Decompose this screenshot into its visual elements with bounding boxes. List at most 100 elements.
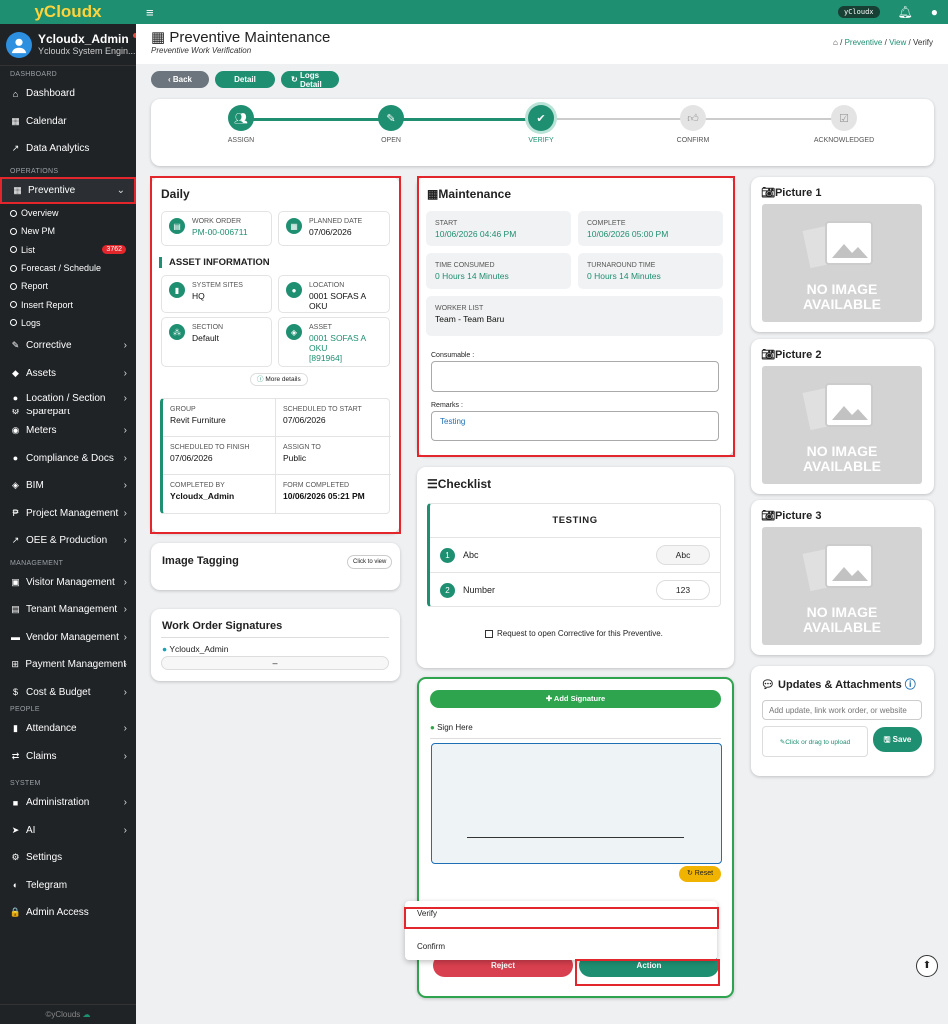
sidebar-item-meters[interactable]: ◉ Meters › — [0, 417, 136, 445]
sidebar-item-tenant[interactable]: ▤ Tenant Management › — [0, 596, 136, 624]
remarks-input[interactable]: Testing — [431, 411, 719, 441]
upload-dropzone[interactable]: ✎Click or drag to upload — [762, 726, 868, 757]
scroll-top-button[interactable]: ⬆ — [916, 955, 938, 977]
sidebar-item-telegram[interactable]: ◐ Telegram — [0, 872, 136, 900]
menu-item-confirm[interactable]: Confirm — [405, 929, 717, 959]
reset-button[interactable]: ↻ Reset — [679, 866, 721, 882]
topbar: ≡ yCloudx 🔔︎ ● — [136, 0, 948, 24]
checklist-value[interactable]: Abc — [656, 545, 710, 565]
add-signature-button[interactable]: ✚ Add Signature — [430, 690, 721, 708]
sidebar-item-dashboard[interactable]: ⌂ Dashboard — [0, 80, 136, 108]
sidebar-item-corrective[interactable]: ✎ Corrective › — [0, 332, 136, 360]
save-button[interactable]: 🖫 Save — [873, 727, 922, 752]
menu-icon[interactable]: ≡ — [146, 5, 154, 20]
cart-icon: ⊞ — [11, 659, 19, 670]
sidebar-item-claims[interactable]: ⇄ Claims › — [0, 743, 136, 771]
chart-icon: ↗ — [11, 535, 20, 546]
section-box: ⁂ SECTION Default — [161, 317, 272, 367]
bell-icon[interactable]: 🔔︎ — [898, 5, 913, 19]
sidebar-item-visitor[interactable]: ▣ Visitor Management › — [0, 569, 136, 597]
update-input[interactable] — [762, 700, 922, 720]
wrench-icon: ✎ — [11, 340, 20, 351]
sidebar-item-assets[interactable]: ◆ Assets › — [0, 360, 136, 388]
detail-button[interactable]: Detail — [215, 71, 275, 88]
picture-2-title: 📷︎Picture 2 — [761, 349, 822, 361]
user-icon[interactable]: ● — [931, 5, 938, 19]
sidebar-item-sparepart[interactable]: ⚙ Sparepart — [0, 409, 136, 417]
user-name: Ycloudx_Admin — [38, 32, 129, 46]
daily-title: Daily — [161, 187, 190, 201]
sidebar-item-settings[interactable]: ⚙ Settings — [0, 844, 136, 872]
more-details-button[interactable]: ⓘ More details — [250, 373, 308, 386]
logs-detail-button[interactable]: ↻ Logs Detail — [281, 71, 339, 89]
tenant-pill[interactable]: yCloudx — [838, 6, 880, 18]
signature-canvas[interactable] — [431, 743, 722, 864]
sidebar-sub-new-pm[interactable]: New PM — [0, 222, 136, 240]
chevron-right-icon: › — [123, 576, 127, 588]
sidebar-item-compliance[interactable]: ● Compliance & Docs › — [0, 445, 136, 473]
sidebar-item-administration[interactable]: ■ Administration › — [0, 789, 136, 817]
user-profile[interactable]: Ycloudx_Admin Ycloudx System Engin... — [0, 24, 136, 66]
chevron-right-icon: › — [123, 631, 127, 643]
checklist-row: 1 Abc Abc — [430, 538, 720, 573]
corrective-request[interactable]: Request to open Corrective for this Prev… — [485, 629, 663, 638]
schedule-grid: GROUP Revit Furniture SCHEDULED TO START 0… — [160, 398, 391, 514]
action-buttons: ‹ Back Detail ↻ Logs Detail — [151, 71, 339, 89]
building-icon: ▤ — [11, 604, 20, 615]
home-icon[interactable]: ⌂ — [833, 38, 838, 47]
brand-logo[interactable]: yCloudx — [0, 0, 136, 24]
sidebar-item-project[interactable]: ₱ Project Management › — [0, 500, 136, 528]
back-button[interactable]: ‹ Back — [151, 71, 209, 88]
system-sites-box: ▮ SYSTEM SITES HQ — [161, 275, 272, 313]
menu-item-verify[interactable]: Verify — [405, 901, 717, 929]
sidebar-item-cost[interactable]: $ Cost & Budget › — [0, 679, 136, 707]
sidebar-item-location[interactable]: ● Location / Section › — [0, 387, 136, 409]
breadcrumb-view[interactable]: View — [889, 38, 906, 47]
sidebar-item-oee[interactable]: ↗ OEE & Production › — [0, 527, 136, 555]
sidebar-item-vendor[interactable]: ▬ Vendor Management › — [0, 624, 136, 652]
click-to-view-button[interactable]: Click to view — [347, 555, 393, 569]
sidebar-item-bim[interactable]: ◈ BIM › — [0, 472, 136, 500]
sitemap-icon: ⁂ — [169, 324, 185, 340]
sidebar-item-payment[interactable]: ⊞ Payment Management › — [0, 651, 136, 679]
complete-box: COMPLETE 10/06/2026 05:00 PM — [578, 211, 723, 246]
sidebar-item-preventive[interactable]: ▦ Preventive ⌄ — [0, 176, 136, 204]
image-icon — [802, 544, 873, 592]
send-icon: ➤ — [11, 824, 20, 835]
image-icon — [802, 221, 873, 269]
chevron-right-icon: › — [123, 452, 127, 464]
sidebar-sub-overview[interactable]: Overview — [0, 204, 136, 222]
checklist-card: ☰Checklist TESTING 1 Abc Abc 2 Number 12… — [417, 467, 734, 668]
consumable-input[interactable] — [431, 361, 719, 392]
sidebar-sub-list[interactable]: List 3762 — [0, 241, 136, 259]
sidebar-sub-insert-report[interactable]: Insert Report — [0, 295, 136, 313]
checklist-value[interactable]: 123 — [656, 580, 710, 600]
chevron-right-icon: › — [123, 507, 127, 519]
chevron-right-icon: › — [123, 750, 127, 762]
copyright: ©yClouds ☁ — [0, 1004, 136, 1024]
sidebar-item-ai[interactable]: ➤ AI › — [0, 817, 136, 845]
daily-card: Daily ▤ WORK ORDER PM-00-006711 ▦ PLANNED D… — [151, 177, 400, 533]
checklist-header: TESTING — [430, 504, 720, 538]
work-order-signatures-card: Work Order Signatures ● Ycloudx_Admin – — [151, 609, 400, 681]
sidebar-item-admin-access[interactable]: 🔒 Admin Access — [0, 899, 136, 927]
chevron-down-icon: ⌄ — [116, 184, 125, 196]
page-header: ▦ Preventive Maintenance Preventive Work… — [136, 24, 948, 64]
sidebar-item-attendance[interactable]: ▮ Attendance › — [0, 715, 136, 743]
picture-1-card: 📷︎Picture 1 NO IMAGE AVAILABLE — [751, 177, 934, 332]
calendar-icon: ▦ — [11, 115, 20, 126]
remarks-label: Remarks : — [431, 402, 463, 409]
breadcrumb-preventive[interactable]: Preventive — [845, 38, 883, 47]
maintenance-card: ▦Maintenance START 10/06/2026 04:46 PM CO… — [417, 177, 734, 456]
sidebar-sub-forecast[interactable]: Forecast / Schedule — [0, 259, 136, 277]
sidebar-item-analytics[interactable]: ↗ Data Analytics — [0, 135, 136, 163]
calendar-icon: ▦ — [151, 29, 166, 46]
sidebar-item-calendar[interactable]: ▦ Calendar — [0, 108, 136, 136]
chevron-right-icon: › — [123, 392, 127, 404]
image-tagging-title: Image Tagging — [162, 555, 239, 567]
work-order-link[interactable]: PM-00-006711 — [192, 227, 265, 237]
sidebar-sub-report[interactable]: Report — [0, 277, 136, 295]
sidebar-sub-logs[interactable]: Logs — [0, 314, 136, 332]
user-icon — [11, 38, 27, 53]
check-icon: ✔ — [528, 105, 554, 131]
